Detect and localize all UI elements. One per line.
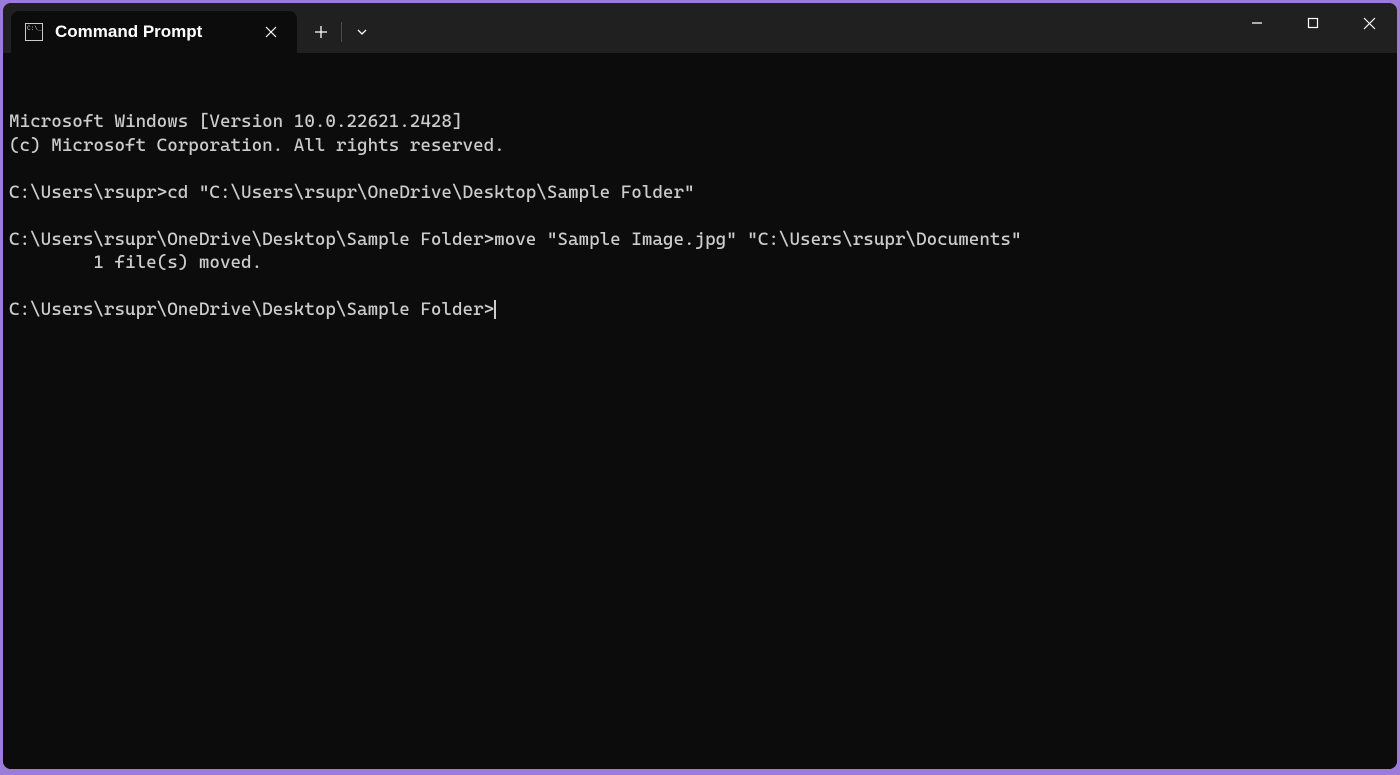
terminal-line: Microsoft Windows [Version 10.0.22621.24…: [9, 110, 1391, 134]
cursor: [494, 300, 496, 319]
tab-actions: [301, 11, 382, 53]
terminal-line: C:\Users\rsupr\OneDrive\Desktop\Sample F…: [9, 298, 1391, 322]
maximize-button[interactable]: [1285, 3, 1341, 43]
cmd-icon: [25, 23, 43, 41]
tab-title: Command Prompt: [55, 22, 251, 42]
minimize-button[interactable]: [1229, 3, 1285, 43]
new-tab-button[interactable]: [301, 11, 341, 53]
terminal-line: [9, 204, 1391, 228]
tab-dropdown-button[interactable]: [342, 11, 382, 53]
terminal-line: (c) Microsoft Corporation. All rights re…: [9, 134, 1391, 158]
title-bar: Command Prompt: [3, 3, 1397, 53]
terminal-line: [9, 157, 1391, 181]
window-controls: [1229, 3, 1397, 53]
close-tab-button[interactable]: [259, 20, 283, 44]
terminal-line: C:\Users\rsupr\OneDrive\Desktop\Sample F…: [9, 228, 1391, 252]
close-window-button[interactable]: [1341, 3, 1397, 43]
terminal-output[interactable]: Microsoft Windows [Version 10.0.22621.24…: [3, 53, 1397, 769]
terminal-window: Command Prompt: [3, 3, 1397, 769]
terminal-line: 1 file(s) moved.: [9, 251, 1391, 275]
plus-icon: [314, 25, 328, 39]
minimize-icon: [1251, 17, 1263, 29]
close-icon: [1363, 17, 1376, 30]
tab-command-prompt[interactable]: Command Prompt: [11, 11, 297, 53]
close-icon: [265, 26, 277, 38]
terminal-line: [9, 275, 1391, 299]
terminal-line: C:\Users\rsupr>cd "C:\Users\rsupr\OneDri…: [9, 181, 1391, 205]
maximize-icon: [1307, 17, 1319, 29]
chevron-down-icon: [356, 26, 368, 38]
tab-strip: Command Prompt: [3, 3, 1229, 53]
